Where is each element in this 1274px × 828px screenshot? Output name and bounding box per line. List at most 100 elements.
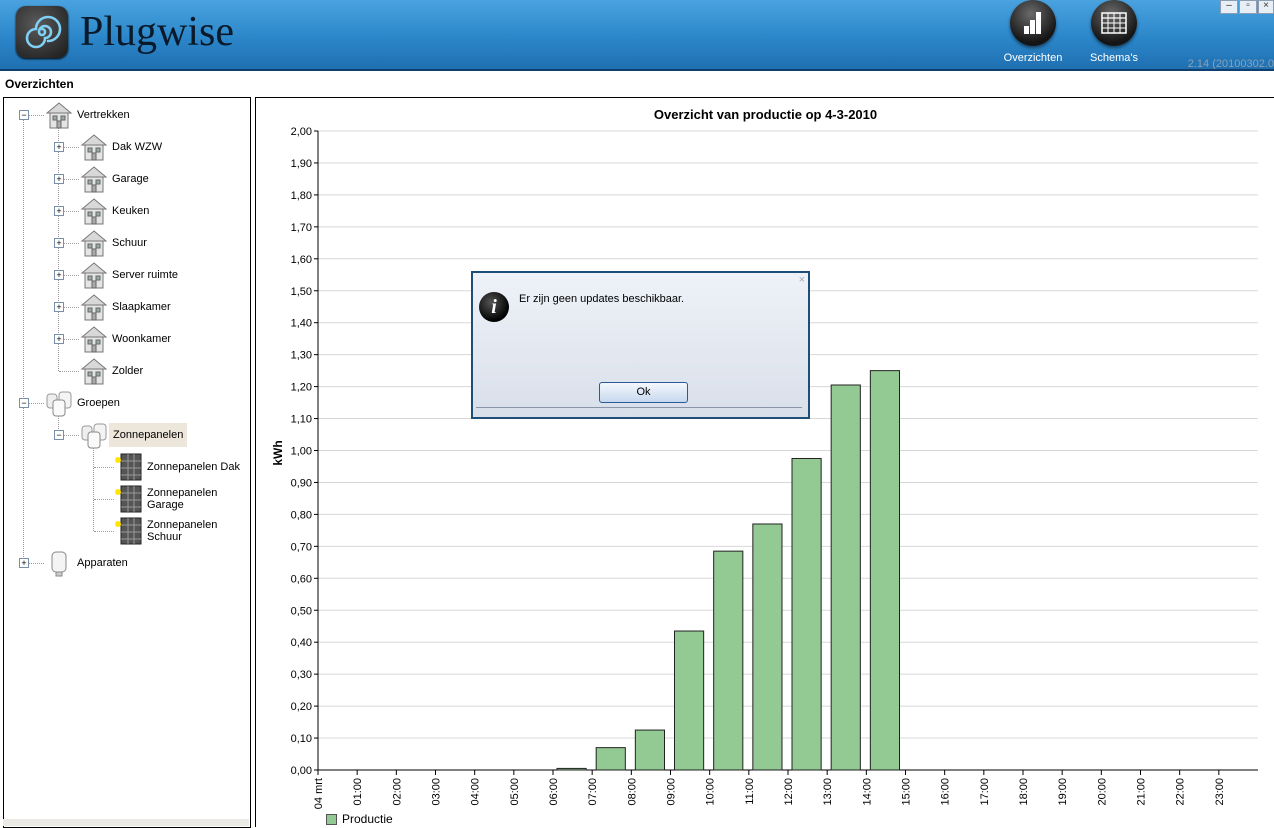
y-tick-label: 1,70: [291, 222, 312, 234]
tree-item-garage[interactable]: Garage: [79, 164, 152, 194]
bar: [556, 767, 587, 771]
overzichten-label: Overzichten: [1003, 52, 1063, 64]
overzichten-button[interactable]: Overzichten: [1003, 0, 1063, 64]
tree-item-label: Apparaten: [77, 557, 128, 569]
tree-horizontal-scrollbar[interactable]: [3, 819, 249, 826]
plugwise-logo-icon: [16, 6, 68, 58]
tree-item-zolder[interactable]: Zolder: [79, 356, 146, 386]
tree-item-label: Server ruimte: [112, 269, 179, 281]
bar: [634, 729, 666, 771]
tree-item-zonnepanelen[interactable]: Zonnepanelen: [79, 420, 188, 450]
expand-icon[interactable]: +: [54, 142, 64, 152]
x-tick-label: 13:00: [822, 778, 834, 806]
tree-item-label: Zonnepanelen Schuur: [147, 519, 218, 543]
collapse-icon[interactable]: −: [19, 110, 29, 120]
y-tick-label: 0,20: [291, 701, 312, 713]
y-tick-label: 1,20: [291, 382, 312, 394]
house-icon: [79, 132, 109, 162]
tree-item-schuur[interactable]: Schuur: [79, 228, 150, 258]
schemas-label: Schema's: [1090, 52, 1138, 64]
expand-icon[interactable]: +: [54, 270, 64, 280]
x-tick-label: 18:00: [1018, 778, 1030, 806]
house-icon: [79, 164, 109, 194]
tree-item-label: Slaapkamer: [112, 301, 171, 313]
info-icon: i: [479, 292, 509, 322]
expand-icon[interactable]: +: [19, 558, 29, 568]
tree-connector-line: [23, 115, 24, 563]
plugs-group-icon: [79, 420, 109, 450]
x-tick-label: 09:00: [666, 778, 678, 806]
schemas-button[interactable]: Schema's: [1084, 0, 1144, 64]
house-icon: [79, 196, 109, 226]
tree-item-slaapkamer[interactable]: Slaapkamer: [79, 292, 174, 322]
tree-item-label: Zonnepanelen Dak: [147, 461, 240, 473]
plug-icon: [44, 548, 74, 578]
tree-item-label: Zolder: [112, 365, 144, 377]
ok-button[interactable]: Ok: [599, 382, 688, 403]
tree-item-apparaten[interactable]: Apparaten: [44, 548, 131, 578]
y-tick-label: 1,60: [291, 254, 312, 266]
house-icon: [79, 260, 109, 290]
x-tick-label: 11:00: [744, 778, 756, 805]
bar: [713, 550, 744, 771]
x-tick-label: 20:00: [1096, 778, 1108, 806]
tree-item-woonkamer[interactable]: Woonkamer: [79, 324, 174, 354]
expand-icon[interactable]: +: [54, 334, 64, 344]
x-tick-label: 21:00: [1136, 778, 1148, 806]
chart-legend: Productie: [326, 812, 393, 826]
bar: [791, 457, 822, 771]
y-tick-label: 0,00: [291, 765, 312, 777]
y-tick-label: 1,30: [291, 350, 312, 362]
legend-swatch: [326, 813, 337, 825]
expand-icon[interactable]: +: [54, 238, 64, 248]
tree-item-groepen[interactable]: Groepen: [44, 388, 123, 418]
page-title: Overzichten: [5, 77, 74, 91]
y-tick-label: 0,50: [291, 605, 312, 617]
dialog-separator: [476, 407, 802, 408]
x-tick-label: 10:00: [705, 778, 717, 806]
solar-panel-icon: [114, 484, 144, 514]
tree-item-vertrekken[interactable]: Vertrekken: [44, 100, 133, 130]
house-icon: [79, 228, 109, 258]
close-window-icon[interactable]: ×: [1258, 0, 1274, 14]
tree-item-label: Garage: [112, 173, 149, 185]
tree-item-zonnepanelen-dak[interactable]: Zonnepanelen Dak: [114, 452, 243, 482]
x-tick-label: 15:00: [901, 778, 913, 806]
expand-icon[interactable]: +: [54, 206, 64, 216]
collapse-icon[interactable]: −: [19, 398, 29, 408]
bar: [869, 370, 900, 771]
tree-item-label: Keuken: [112, 205, 150, 217]
dialog-close-icon[interactable]: ×: [799, 274, 805, 286]
legend-label: Productie: [342, 812, 393, 826]
solar-panel-icon: [114, 516, 144, 546]
y-axis-label: kWh: [271, 440, 285, 465]
x-tick-label: 04 mrt: [313, 778, 325, 809]
bar: [595, 747, 626, 771]
expand-icon[interactable]: +: [54, 174, 64, 184]
y-tick-label: 1,90: [291, 158, 312, 170]
house-icon: [79, 324, 109, 354]
y-tick-label: 0,30: [291, 669, 312, 681]
app-name: Plugwise: [80, 9, 235, 55]
tree-item-keuken[interactable]: Keuken: [79, 196, 152, 226]
tree-item-label: Groepen: [77, 397, 120, 409]
x-tick-label: 01:00: [352, 778, 364, 806]
dialog-message: Er zijn geen updates beschikbaar.: [519, 293, 685, 305]
expand-icon[interactable]: +: [54, 302, 64, 312]
y-tick-label: 0,40: [291, 637, 312, 649]
tree-item-server-ruimte[interactable]: Server ruimte: [79, 260, 181, 290]
tree-item-label: Zonnepanelen Garage: [147, 487, 218, 511]
tree-connector-line: [94, 467, 114, 468]
tree-item-zonnepanelen-garage[interactable]: Zonnepanelen Garage: [114, 484, 250, 514]
x-tick-label: 14:00: [861, 778, 873, 806]
restore-icon[interactable]: ▫: [1239, 0, 1257, 14]
minimize-icon[interactable]: –: [1220, 0, 1238, 14]
x-tick-label: 08:00: [626, 778, 638, 806]
tree-item-zonnepanelen-schuur[interactable]: Zonnepanelen Schuur: [114, 516, 250, 546]
collapse-icon[interactable]: −: [54, 430, 64, 440]
x-tick-label: 12:00: [783, 778, 795, 806]
y-tick-label: 1,10: [291, 414, 312, 426]
x-tick-label: 23:00: [1214, 778, 1226, 806]
tree-item-dak-wzw[interactable]: Dak WZW: [79, 132, 165, 162]
tree-connector-line: [59, 371, 79, 372]
